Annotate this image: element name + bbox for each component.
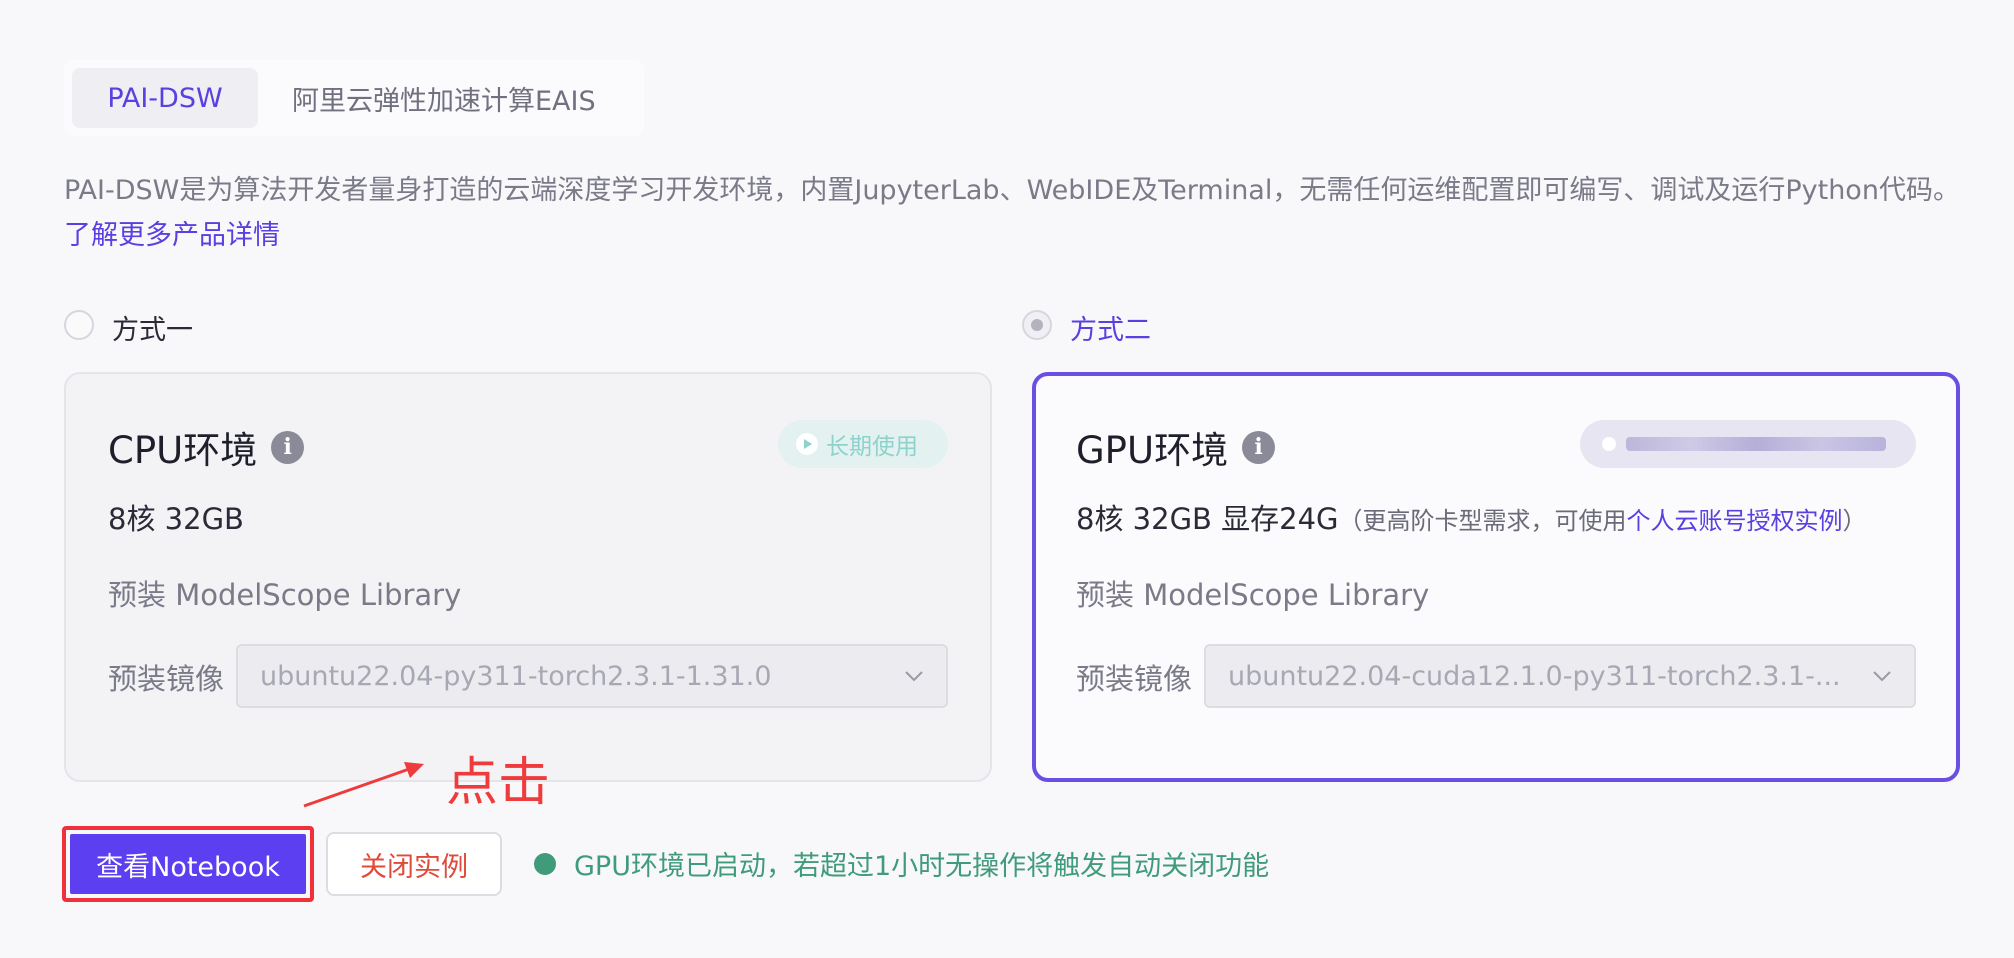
personal-account-instance-link[interactable]: 个人云账号授权实例: [1627, 507, 1843, 535]
gpu-spec-note: （更高阶卡型需求，可使用个人云账号授权实例）: [1338, 507, 1867, 535]
gpu-image-label: 预装镜像: [1076, 662, 1193, 696]
option-2-radio[interactable]: [1022, 310, 1052, 340]
info-icon[interactable]: i: [1242, 430, 1276, 464]
gpu-card-title: GPU环境 i: [1076, 420, 1276, 474]
status-indicator-dot: [534, 853, 556, 875]
cpu-library: 预装 ModelScope Library: [108, 578, 462, 612]
gpu-image-select[interactable]: ubuntu22.04-cuda12.1.0-py311-torch2.3.1-…: [1204, 644, 1916, 708]
gpu-badge-redacted: [1580, 420, 1916, 468]
tab-pai-dsw[interactable]: PAI-DSW: [72, 68, 258, 128]
option-1-radio[interactable]: [64, 310, 94, 340]
long-term-badge-label: 长期使用: [826, 434, 918, 460]
cpu-image-select[interactable]: ubuntu22.04-py311-torch2.3.1-1.31.0: [236, 644, 948, 708]
arrow-annotation-icon: [303, 762, 424, 808]
cpu-spec: 8核 32GB: [108, 502, 244, 536]
product-description: PAI-DSW是为算法开发者量身打造的云端深度学习开发环境，内置JupyterL…: [64, 168, 1964, 258]
info-icon[interactable]: i: [271, 430, 305, 464]
learn-more-link[interactable]: 了解更多产品详情: [64, 220, 280, 251]
cpu-image-label: 预装镜像: [108, 662, 225, 696]
option-2-label[interactable]: 方式二: [1070, 308, 1151, 347]
gpu-spec-text: 8核 32GB 显存24G: [1076, 502, 1339, 536]
chevron-down-icon: [905, 671, 923, 682]
play-circle-icon: [796, 433, 818, 455]
cpu-card-title: CPU环境 i: [108, 420, 305, 474]
tab-eais[interactable]: 阿里云弹性加速计算EAIS: [272, 68, 632, 128]
view-notebook-button[interactable]: 查看Notebook: [70, 834, 306, 894]
description-text: PAI-DSW是为算法开发者量身打造的云端深度学习开发环境，内置JupyterL…: [64, 175, 1960, 206]
status-message: GPU环境已启动，若超过1小时无操作将触发自动关闭功能: [574, 851, 1270, 882]
gpu-title-text: GPU环境: [1076, 429, 1229, 472]
chevron-down-icon: [1873, 671, 1891, 682]
close-instance-button[interactable]: 关闭实例: [326, 832, 502, 896]
cpu-title-text: CPU环境: [108, 429, 258, 472]
long-term-badge: 长期使用: [778, 420, 948, 468]
click-annotation: 点击: [446, 753, 551, 813]
gpu-image-value: ubuntu22.04-cuda12.1.0-py311-torch2.3.1-…: [1228, 660, 1841, 692]
option-1-label[interactable]: 方式一: [112, 308, 193, 347]
gpu-spec: 8核 32GB 显存24G（更高阶卡型需求，可使用个人云账号授权实例）: [1076, 496, 1867, 538]
gpu-library: 预装 ModelScope Library: [1076, 578, 1430, 612]
cpu-image-value: ubuntu22.04-py311-torch2.3.1-1.31.0: [260, 660, 772, 692]
